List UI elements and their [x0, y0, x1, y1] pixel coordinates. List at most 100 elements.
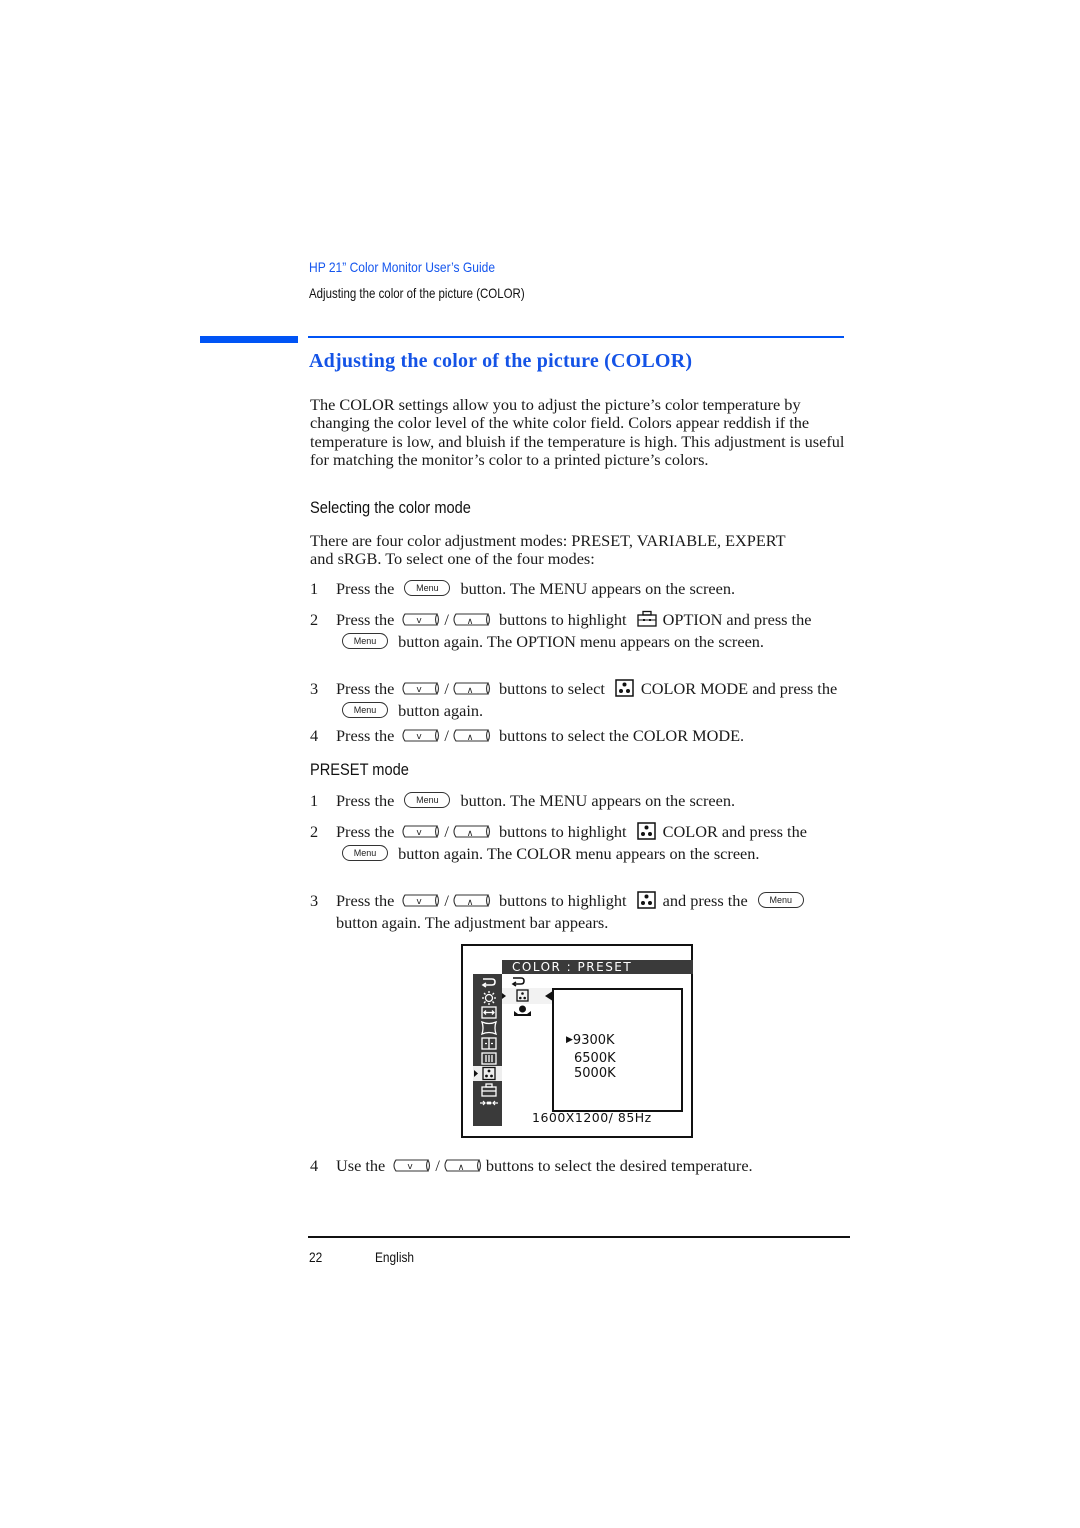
svg-text:∧: ∧	[458, 1163, 465, 1172]
color-icon	[473, 1066, 502, 1081]
step-text: press the	[754, 610, 812, 629]
intro-paragraph: The COLOR settings allow you to adjust t…	[310, 395, 845, 469]
title-rule	[308, 336, 844, 338]
step-text: button again.	[398, 701, 484, 720]
osd-submenu-icons	[502, 977, 552, 1016]
step-text: buttons to select the desired temperatur…	[485, 1156, 753, 1175]
down-key-icon: v	[392, 1159, 432, 1172]
step-text: Press the	[336, 579, 395, 598]
up-key-icon: ∧	[452, 894, 492, 907]
svg-text:v: v	[417, 616, 423, 626]
step-number: 2	[310, 822, 319, 841]
step-number: 3	[310, 679, 319, 698]
osd-option-9300k[interactable]: ▶9300K	[566, 1033, 616, 1051]
s2-step-1: 1 Press the Menu button. The MENU appear…	[310, 790, 855, 812]
page-title: Adjusting the color of the picture (COLO…	[309, 350, 693, 372]
step-text: button again. The adjustment bar appears…	[336, 913, 609, 932]
s2-step-4: 4 Use the v / ∧ buttons to select the desir…	[310, 1155, 870, 1177]
step-text: Press the	[336, 822, 395, 841]
osd-preset-options: ▶9300K 6500K 5000K	[566, 1033, 616, 1082]
step-text: button. The MENU appears on the screen.	[460, 791, 736, 810]
svg-text:v: v	[417, 685, 423, 695]
s2-step-3: 3 Press the v / ∧ buttons to highlight and…	[310, 890, 855, 934]
section-marker-bar	[200, 336, 298, 343]
step-text: Press the	[336, 891, 395, 910]
menu-key-icon: Menu	[404, 792, 451, 809]
up-key-icon: ∧	[452, 682, 492, 695]
svg-text:∧: ∧	[467, 733, 474, 742]
guide-title: HP 21” Color Monitor User’s Guide	[309, 259, 496, 275]
step-text: buttons to highlight	[499, 610, 627, 629]
footer-rule	[308, 1236, 850, 1238]
option-icon	[481, 1083, 497, 1097]
menu-key-icon: Menu	[342, 633, 388, 650]
step-number: 3	[310, 891, 319, 910]
step-text: OPTION and	[662, 610, 750, 629]
convergence-icon	[481, 1037, 497, 1050]
svg-text:∧: ∧	[467, 829, 474, 838]
step-text: buttons to select the COLOR MODE.	[499, 726, 745, 745]
separator: /	[444, 679, 449, 698]
up-key-icon: ∧	[452, 825, 492, 838]
step-text: buttons to select	[499, 679, 605, 698]
osd-option-5000k[interactable]: 5000K	[566, 1066, 616, 1082]
step-number: 2	[310, 610, 319, 629]
separator: /	[435, 1156, 440, 1175]
step-text: Press the	[336, 791, 395, 810]
step-text: Press the	[336, 726, 395, 745]
color-icon	[636, 822, 657, 841]
step-text: Press the	[336, 679, 395, 698]
color-mode-icon	[502, 988, 552, 1004]
separator: /	[444, 610, 449, 629]
step-text: and press the	[752, 679, 838, 698]
option-icon	[637, 610, 657, 628]
osd-resolution: 1600X1200/ 85Hz	[532, 1110, 652, 1125]
step-number: 4	[310, 726, 319, 745]
s1-step-2: 2 Press the v / ∧ buttons to highlight OPT…	[310, 609, 855, 653]
osd-sidebar-icons	[473, 978, 502, 1106]
section-heading-color-mode: Selecting the color mode	[310, 498, 471, 517]
brightness-icon	[482, 991, 496, 1005]
down-key-icon: v	[401, 729, 441, 742]
svg-text:∧: ∧	[467, 898, 474, 907]
page-number: 22	[309, 1249, 323, 1265]
step-number: 4	[310, 1156, 319, 1175]
svg-text:v: v	[417, 897, 423, 907]
menu-key-icon: Menu	[342, 702, 388, 719]
osd-title: COLOR : PRESET	[512, 960, 633, 974]
moire-icon	[481, 1052, 497, 1065]
section-heading-preset-mode: PRESET mode	[310, 760, 409, 779]
step-text: COLOR and	[662, 822, 746, 841]
osd-sidebar	[473, 974, 502, 1126]
osd-title-bar: COLOR : PRESET	[502, 960, 693, 974]
size-icon	[481, 1006, 497, 1019]
osd-option-6500k[interactable]: 6500K	[566, 1051, 616, 1067]
s1-step-3: 3 Press the v / ∧ buttons to select COLOR …	[310, 678, 855, 722]
s1-step-1: 1 Press the Menu button. The MENU appear…	[310, 578, 855, 600]
up-key-icon: ∧	[443, 1159, 483, 1172]
user-color-icon	[514, 1005, 531, 1016]
separator: /	[444, 726, 449, 745]
s1-step-4: 4 Press the v / ∧ buttons to select the CO…	[310, 725, 855, 747]
s2-step-2: 2 Press the v / ∧ buttons to highlight COL…	[310, 821, 855, 865]
step-text: press the	[749, 822, 807, 841]
color-mode-icon	[615, 679, 635, 698]
svg-text:∧: ∧	[467, 617, 474, 626]
step-text: button. The MENU appears on the screen.	[460, 579, 736, 598]
section1-intro: There are four color adjustment modes: P…	[310, 531, 786, 569]
step-text: and press the	[662, 891, 748, 910]
up-key-icon: ∧	[452, 729, 492, 742]
step-text: Use the	[336, 1156, 386, 1175]
down-key-icon: v	[401, 894, 441, 907]
step-text: Press the	[336, 610, 395, 629]
selected-arrow-icon: ▶	[566, 1035, 573, 1045]
degauss-icon	[480, 1100, 498, 1106]
down-key-icon: v	[401, 825, 441, 838]
menu-key-icon: Menu	[404, 580, 451, 597]
menu-key-icon: Menu	[342, 845, 388, 862]
step-text: buttons to highlight	[499, 891, 627, 910]
svg-text:v: v	[417, 828, 423, 838]
section-subtitle: Adjusting the color of the picture (COLO…	[309, 285, 525, 301]
up-key-icon: ∧	[452, 613, 492, 626]
down-key-icon: v	[401, 682, 441, 695]
